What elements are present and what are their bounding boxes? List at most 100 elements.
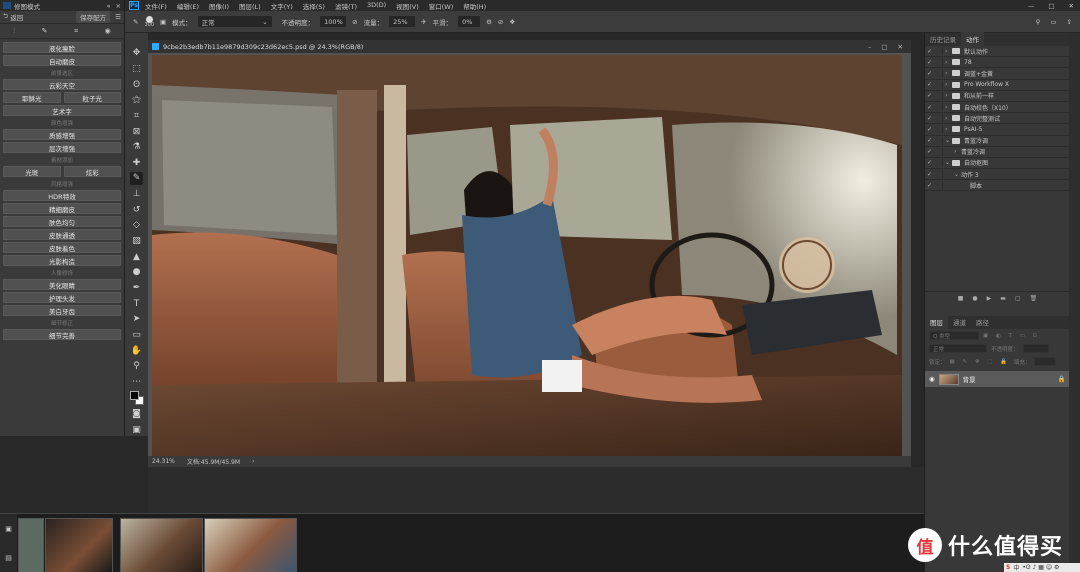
more-tools-icon[interactable]: ⋯: [130, 376, 143, 388]
check-icon[interactable]: ✓: [925, 92, 934, 99]
thumbnail-4[interactable]: [204, 518, 297, 572]
plugin-button[interactable]: 光影构造: [3, 255, 121, 266]
modal-toggle[interactable]: [934, 69, 943, 78]
symmetry-icon[interactable]: ❖: [509, 18, 515, 26]
image-canvas[interactable]: [152, 55, 902, 456]
check-icon[interactable]: ✓: [925, 182, 934, 189]
chevron-right-icon[interactable]: ›: [954, 148, 961, 155]
menu-item[interactable]: 选择(S): [303, 1, 325, 11]
frame-tool-icon[interactable]: ⊠: [130, 125, 143, 137]
save-recipe-button[interactable]: 保存配方: [76, 11, 111, 23]
menu-item[interactable]: 视图(V): [396, 1, 419, 11]
chevron-right-icon[interactable]: ›: [945, 115, 952, 122]
menu-item[interactable]: 图层(L): [239, 1, 261, 11]
crop-icon[interactable]: ⌗: [74, 27, 78, 36]
panel-tab[interactable]: 路径: [971, 315, 994, 329]
plugin-button[interactable]: 皮肤通透: [3, 229, 121, 240]
mode-select[interactable]: 正常 ⌄: [197, 16, 272, 27]
plugin-button[interactable]: 美化眼睛: [3, 279, 121, 290]
brush-settings-icon[interactable]: ▣: [160, 18, 166, 26]
back-arrow-icon[interactable]: ⮌: [3, 12, 8, 23]
panel-tab[interactable]: 动作: [961, 32, 984, 46]
plugin-button[interactable]: 艺术字: [3, 105, 121, 116]
stamp-tool-icon[interactable]: ⊥: [130, 188, 143, 200]
pressure-size-icon[interactable]: ⊘: [498, 18, 503, 26]
quick-select-tool-icon[interactable]: ⚝: [130, 94, 143, 106]
new-set-icon[interactable]: ▬: [1000, 295, 1006, 302]
doc-restore-icon[interactable]: □: [881, 43, 887, 51]
modal-toggle[interactable]: [934, 181, 943, 190]
chevron-right-icon[interactable]: ›: [945, 104, 952, 111]
panel-tab[interactable]: 历史记录: [925, 32, 961, 46]
plugin-button[interactable]: 自动磨皮: [3, 55, 121, 66]
doc-minimize-icon[interactable]: –: [868, 43, 871, 51]
check-icon[interactable]: ✓: [925, 137, 934, 144]
screen-mode-icon[interactable]: ▣: [130, 424, 143, 436]
shape-tool-icon[interactable]: ▭: [130, 329, 143, 341]
menu-item[interactable]: 编辑(E): [177, 1, 199, 11]
back-button[interactable]: 返回: [10, 12, 23, 22]
modal-toggle[interactable]: [934, 91, 943, 100]
plugin-button[interactable]: 粒子光: [63, 92, 121, 103]
gear-icon[interactable]: ⚙: [486, 18, 492, 26]
action-row[interactable]: ✓ › Pro Workflow X: [925, 80, 1069, 91]
plugin-button[interactable]: HDR特效: [3, 190, 121, 201]
check-icon[interactable]: ✓: [925, 59, 934, 66]
eyedropper-tool-icon[interactable]: ⚗: [130, 141, 143, 153]
check-icon[interactable]: ✓: [925, 148, 934, 155]
workspace-icon[interactable]: ▭: [1050, 18, 1056, 26]
menu-item[interactable]: 窗口(W): [429, 1, 454, 11]
healing-tool-icon[interactable]: ✚: [130, 157, 143, 169]
lock-icons[interactable]: ▦ ✎ ✥ ⬚ 🔒: [950, 359, 1010, 365]
menu-item[interactable]: 图像(I): [209, 1, 229, 11]
plugin-button[interactable]: 肤色均匀: [3, 216, 121, 227]
action-row[interactable]: ✓ › 自动校色（X10）: [925, 102, 1069, 114]
opacity-pressure-icon[interactable]: ⊘: [352, 18, 357, 26]
modal-toggle[interactable]: [934, 158, 943, 167]
check-icon[interactable]: ✓: [925, 104, 934, 111]
panel-tab[interactable]: 通道: [948, 315, 971, 329]
chevron-right-icon[interactable]: ›: [945, 126, 952, 133]
search-icon[interactable]: ⚲: [1036, 18, 1041, 26]
document-tab[interactable]: 9cbe2b3edb7b11e9879d309c23d62ec5.psd @ 2…: [148, 40, 911, 53]
new-action-icon[interactable]: ▢: [1015, 295, 1021, 302]
chevron-down-icon[interactable]: ⌄: [945, 137, 952, 144]
trash-icon[interactable]: 🗑: [1030, 295, 1038, 302]
fill-field[interactable]: [1034, 357, 1057, 366]
action-row[interactable]: ✓ › 调蓝+金黄: [925, 68, 1069, 80]
share-icon[interactable]: ⇪: [1067, 18, 1072, 26]
check-icon[interactable]: ✓: [925, 48, 934, 55]
crop-tool-icon[interactable]: ⌗: [130, 110, 143, 122]
plugin-button[interactable]: 液化瘦脸: [3, 42, 121, 53]
image-icon[interactable]: ▣: [5, 525, 12, 533]
check-icon[interactable]: ✓: [925, 126, 934, 133]
check-icon[interactable]: ✓: [925, 171, 934, 178]
doc-close-icon[interactable]: ✕: [898, 43, 903, 51]
menu-item[interactable]: 帮助(H): [463, 1, 486, 11]
history-brush-tool-icon[interactable]: ↺: [130, 204, 143, 216]
layer-filter-select[interactable]: Q 类型: [929, 331, 979, 340]
opacity-field[interactable]: 100%: [320, 16, 347, 27]
gradient-tool-icon[interactable]: ▧: [130, 235, 143, 247]
thumbnail-3[interactable]: [120, 518, 203, 572]
modal-toggle[interactable]: [934, 170, 943, 179]
chevron-right-icon[interactable]: ›: [945, 48, 952, 55]
layer-name[interactable]: 背景: [963, 374, 976, 384]
eye-icon[interactable]: ◉: [105, 27, 111, 35]
action-row[interactable]: ✓ ⌄ 自动抠图: [925, 158, 1069, 170]
plugin-button[interactable]: 光斑: [3, 166, 61, 177]
plugin-button[interactable]: 云彩天空: [3, 79, 121, 90]
plugin-button[interactable]: 美白牙齿: [3, 305, 121, 316]
action-row[interactable]: ✓ › 默认动作: [925, 46, 1069, 58]
plugin-button[interactable]: 护理头发: [3, 292, 121, 303]
brush-tool-icon[interactable]: ✎: [130, 172, 143, 185]
modal-toggle[interactable]: [934, 136, 943, 145]
chevron-right-icon[interactable]: ›: [945, 70, 952, 77]
play-icon[interactable]: ▶: [987, 295, 992, 302]
menu-item[interactable]: 滤镜(T): [335, 1, 357, 11]
ime-bar[interactable]: S 中 •ʘ ♪ ▦ ☺ ⚙: [1004, 563, 1080, 572]
menu-item[interactable]: 3D(D): [367, 1, 386, 11]
menu-item[interactable]: 文字(Y): [271, 1, 293, 11]
hand-tool-icon[interactable]: ✋: [130, 344, 143, 356]
modal-toggle[interactable]: [934, 125, 943, 134]
